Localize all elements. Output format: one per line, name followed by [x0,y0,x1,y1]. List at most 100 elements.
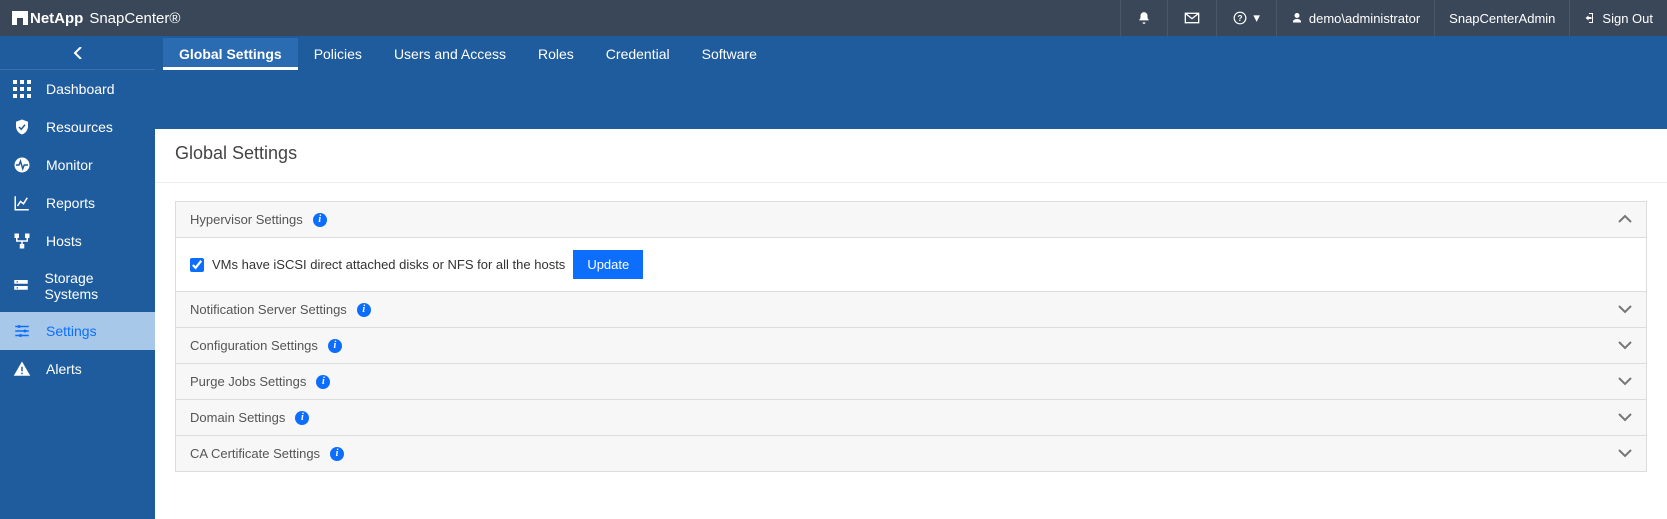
chevron-up-icon [1618,212,1632,227]
panel-domain-header[interactable]: Domain Settings i [176,400,1646,435]
sidebar-item-dashboard[interactable]: Dashboard [0,70,155,108]
page-title: Global Settings [155,129,1667,183]
sidebar: Dashboard Resources Monitor Reports Host… [0,36,155,519]
tab-credential[interactable]: Credential [590,38,686,70]
sidebar-item-label: Hosts [46,233,82,249]
alert-icon [12,360,32,378]
chevron-down-icon [1618,410,1632,425]
sliders-icon [12,322,32,340]
chevron-down-icon [1618,446,1632,461]
sidebar-item-storage[interactable]: Storage Systems [0,260,155,312]
bell-icon [1137,11,1151,25]
tab-users-access[interactable]: Users and Access [378,38,522,70]
netapp-logo: NetApp [12,10,83,27]
chevron-down-icon [1618,338,1632,353]
sub-header-space [155,70,1667,129]
panel-hypervisor: Hypervisor Settings i VMs have iSCSI dir… [175,201,1647,292]
chevron-down-icon [1618,302,1632,317]
help-icon: ? [1233,11,1247,25]
panel-cacert-header[interactable]: CA Certificate Settings i [176,436,1646,471]
content-area: Global Settings Hypervisor Settings i VM… [155,129,1667,519]
mail-icon [1184,12,1200,24]
notifications-button[interactable] [1120,0,1167,36]
user-icon [1291,12,1303,24]
tab-label: Global Settings [179,46,282,62]
storage-icon [12,277,30,295]
tab-label: Credential [606,46,670,62]
sidebar-item-hosts[interactable]: Hosts [0,222,155,260]
panel-label: Purge Jobs Settings [190,374,306,389]
panel-purge-header[interactable]: Purge Jobs Settings i [176,364,1646,399]
main-area: Global Settings Policies Users and Acces… [155,36,1667,519]
grid-icon [12,80,32,98]
sidebar-item-label: Resources [46,119,113,135]
tab-roles[interactable]: Roles [522,38,590,70]
info-icon[interactable]: i [295,411,309,425]
sidebar-item-label: Monitor [46,157,93,173]
top-header: NetApp SnapCenter® ? ▾ demo\administrato… [0,0,1667,36]
chart-icon [12,194,32,212]
panels-container: Hypervisor Settings i VMs have iSCSI dir… [155,183,1667,481]
mail-button[interactable] [1167,0,1216,36]
panel-label: Domain Settings [190,410,285,425]
user-label: demo\administrator [1309,11,1420,26]
vms-iscsi-label: VMs have iSCSI direct attached disks or … [212,257,565,272]
sidebar-item-alerts[interactable]: Alerts [0,350,155,388]
tab-label: Roles [538,46,574,62]
sidebar-item-monitor[interactable]: Monitor [0,146,155,184]
sidebar-item-settings[interactable]: Settings [0,312,155,350]
help-button[interactable]: ? ▾ [1216,0,1276,36]
panel-hypervisor-body: VMs have iSCSI direct attached disks or … [176,237,1646,291]
info-icon[interactable]: i [313,213,327,227]
tab-global-settings[interactable]: Global Settings [163,38,298,70]
chevron-down-icon [1618,374,1632,389]
brand: NetApp SnapCenter® [12,10,180,27]
panel-configuration-header[interactable]: Configuration Settings i [176,328,1646,363]
brand-company: NetApp [30,10,83,27]
top-actions: ? ▾ demo\administrator SnapCenterAdmin S… [1120,0,1667,36]
sidebar-item-label: Settings [46,323,97,339]
panel-hypervisor-header[interactable]: Hypervisor Settings i [176,202,1646,237]
signout-button[interactable]: Sign Out [1569,0,1667,36]
sidebar-item-label: Storage Systems [44,270,143,302]
sidebar-item-reports[interactable]: Reports [0,184,155,222]
tab-label: Policies [314,46,362,62]
update-button[interactable]: Update [573,250,643,279]
panel-label: Configuration Settings [190,338,318,353]
brand-product: SnapCenter® [89,10,180,27]
role-label: SnapCenterAdmin [1449,11,1555,26]
user-menu[interactable]: demo\administrator [1276,0,1434,36]
tab-label: Users and Access [394,46,506,62]
tab-software[interactable]: Software [686,38,773,70]
caret-down-icon: ▾ [1253,10,1260,26]
host-icon [12,232,32,250]
panel-domain: Domain Settings i [175,399,1647,436]
info-icon[interactable]: i [330,447,344,461]
info-icon[interactable]: i [357,303,371,317]
chevron-left-icon [73,47,83,59]
sidebar-item-label: Reports [46,195,95,211]
panel-purge: Purge Jobs Settings i [175,363,1647,400]
shield-icon [12,118,32,136]
role-label-area[interactable]: SnapCenterAdmin [1434,0,1569,36]
panel-notification: Notification Server Settings i [175,291,1647,328]
panel-label: Notification Server Settings [190,302,347,317]
panel-notification-header[interactable]: Notification Server Settings i [176,292,1646,327]
panel-cacert: CA Certificate Settings i [175,435,1647,472]
tab-label: Software [702,46,757,62]
vms-iscsi-checkbox[interactable] [190,258,204,272]
signout-icon [1584,12,1596,24]
tab-strip: Global Settings Policies Users and Acces… [155,36,1667,70]
signout-label: Sign Out [1602,11,1653,26]
sidebar-collapse-button[interactable] [0,36,155,70]
sidebar-item-label: Dashboard [46,81,115,97]
svg-text:?: ? [1238,14,1243,23]
sidebar-item-label: Alerts [46,361,82,377]
tab-policies[interactable]: Policies [298,38,378,70]
info-icon[interactable]: i [316,375,330,389]
pulse-icon [12,156,32,174]
sidebar-item-resources[interactable]: Resources [0,108,155,146]
panel-configuration: Configuration Settings i [175,327,1647,364]
info-icon[interactable]: i [328,339,342,353]
panel-label: CA Certificate Settings [190,446,320,461]
